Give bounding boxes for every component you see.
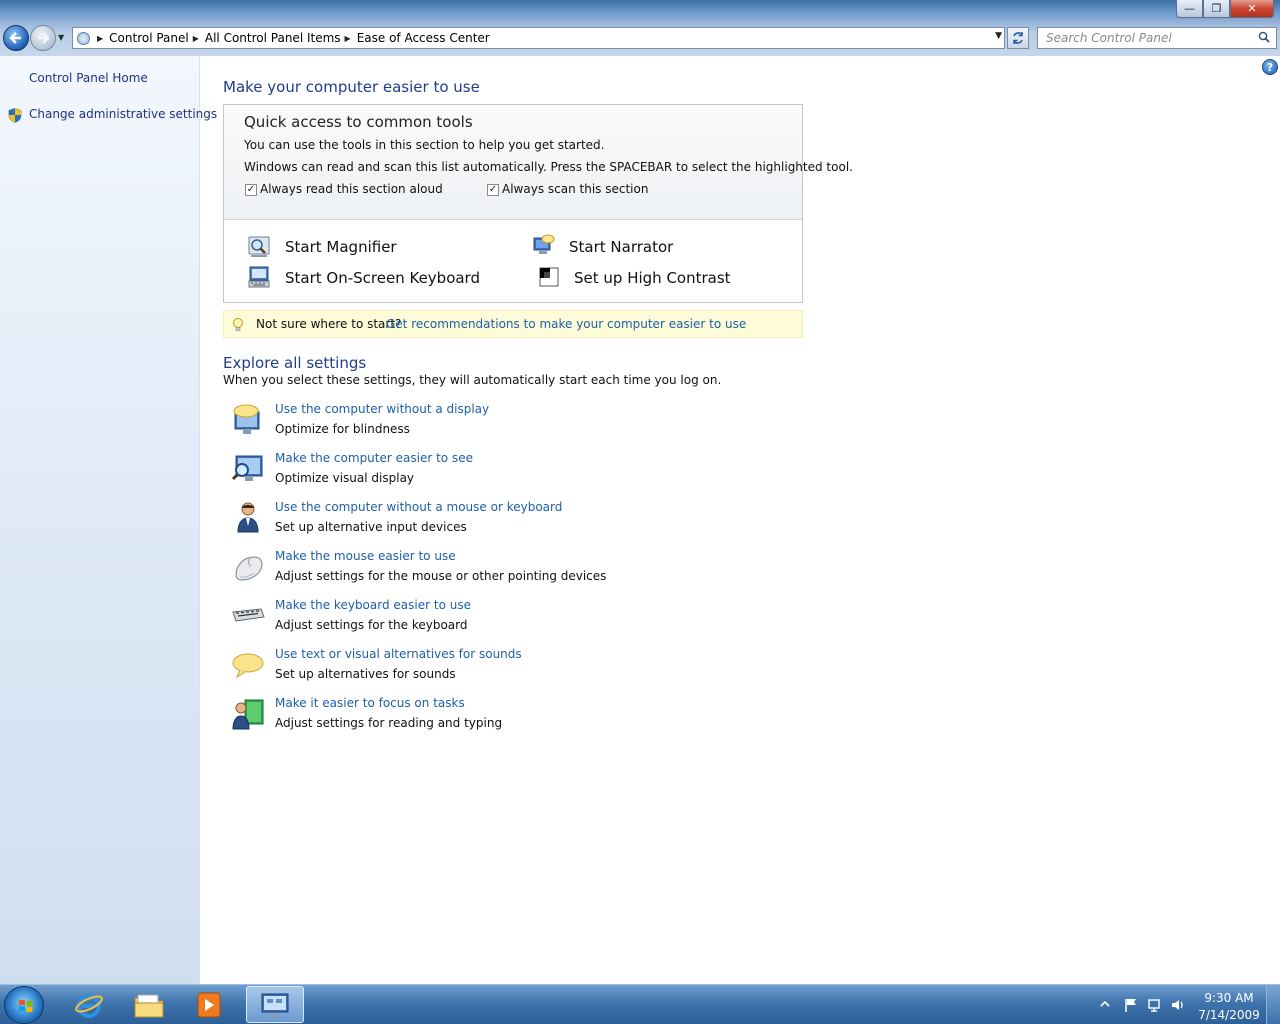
close-button[interactable]: ✕ [1230, 0, 1274, 18]
high-contrast-icon [539, 267, 559, 287]
mouse-easier-link[interactable]: Make the mouse easier to use [275, 549, 456, 563]
start-magnifier-link[interactable]: Start Magnifier [285, 238, 397, 256]
magnifier-monitor-icon [231, 455, 263, 481]
focus-on-tasks-desc: Adjust settings for reading and typing [275, 716, 503, 730]
quick-access-panel: Quick access to common tools You can use… [223, 104, 853, 303]
minimize-button[interactable]: — [1176, 0, 1203, 18]
scan-section-checkbox[interactable]: ✓ [487, 184, 499, 196]
use-without-display-desc: Optimize for blindness [275, 422, 410, 436]
mouse-easier-desc: Adjust settings for the mouse or other p… [275, 569, 607, 583]
search-box[interactable] [1037, 27, 1277, 49]
recent-pages-dropdown[interactable]: ▼ [58, 33, 64, 42]
address-bar[interactable]: ▶ Control Panel ▶ All Control Panel Item… [72, 27, 1005, 49]
list-item: Make the computer easier to see Optimize… [230, 451, 790, 495]
keyboard-easier-link[interactable]: Make the keyboard easier to use [275, 598, 471, 612]
start-on-screen-keyboard-link[interactable]: Start On-Screen Keyboard [285, 269, 480, 287]
action-center-flag-icon[interactable] [1123, 997, 1139, 1013]
page-title: Make your computer easier to use [223, 78, 480, 96]
without-mouse-keyboard-desc: Set up alternative input devices [275, 520, 467, 534]
taskbar-internet-explorer[interactable] [60, 986, 118, 1023]
list-item: Make it easier to focus on tasks Adjust … [230, 696, 790, 740]
windows-logo-icon [19, 999, 33, 1013]
list-item: Make the keyboard easier to use Adjust s… [230, 598, 790, 642]
back-arrow-icon [9, 32, 21, 44]
start-narrator-link[interactable]: Start Narrator [569, 238, 673, 256]
set-up-high-contrast-link[interactable]: Set up High Contrast [574, 269, 731, 287]
forward-button[interactable] [30, 25, 56, 51]
help-icon[interactable]: ? [1262, 59, 1278, 75]
internet-explorer-icon [75, 993, 103, 1018]
taskbar-windows-explorer[interactable] [120, 986, 178, 1023]
uac-shield-icon [8, 108, 22, 123]
clock-date[interactable]: 7/14/2009 [1198, 1008, 1260, 1022]
list-item: Use text or visual alternatives for soun… [230, 647, 790, 691]
quick-access-text-1: You can use the tools in this section to… [244, 138, 605, 152]
list-item: Use the computer without a mouse or keyb… [230, 500, 790, 544]
search-input[interactable] [1046, 31, 1246, 45]
folder-icon [134, 994, 164, 1017]
use-without-display-link[interactable]: Use the computer without a display [275, 402, 489, 416]
list-item: Use the computer without a display Optim… [230, 402, 790, 446]
explore-settings-description: When you select these settings, they wil… [223, 373, 722, 387]
breadcrumb-all-items[interactable]: All Control Panel Items [205, 31, 341, 45]
refresh-icon [1013, 32, 1023, 44]
chevron-right-icon[interactable]: ▶ [193, 34, 199, 43]
focus-person-icon [232, 699, 264, 730]
read-aloud-checkbox[interactable]: ✓ [245, 184, 257, 196]
magnifier-icon [248, 236, 270, 257]
lightbulb-icon [233, 318, 243, 331]
restore-button[interactable]: ❐ [1203, 0, 1230, 18]
window-controls: — ❐ ✕ [1176, 0, 1274, 18]
scan-section-label[interactable]: Always scan this section [502, 182, 648, 196]
forward-arrow-icon [38, 32, 50, 44]
get-recommendations-link[interactable]: Get recommendations to make your compute… [386, 317, 746, 331]
clock-time[interactable]: 9:30 AM [1198, 991, 1260, 1005]
breadcrumb-ease-of-access[interactable]: Ease of Access Center [357, 31, 490, 45]
control-panel-icon [261, 993, 289, 1017]
recommendation-text: Not sure where to start? [256, 317, 402, 331]
speech-bubble-icon [232, 653, 264, 679]
address-dropdown-icon[interactable]: ▼ [995, 31, 1002, 41]
change-admin-settings-link[interactable]: Change administrative settings [29, 107, 217, 121]
list-item: Make the mouse easier to use Adjust sett… [230, 549, 790, 593]
explore-settings-title: Explore all settings [223, 354, 367, 372]
network-icon[interactable] [1147, 997, 1163, 1013]
control-panel-icon [73, 28, 93, 48]
show-hidden-icons-icon[interactable] [1100, 999, 1110, 1009]
media-player-icon [197, 992, 221, 1017]
title-bar: — ❐ ✕ ▼ ▶ Control Panel ▶ All Control Pa… [0, 0, 1280, 56]
keyboard-easier-desc: Adjust settings for the keyboard [275, 618, 468, 632]
quick-access-text-2: Windows can read and scan this list auto… [244, 160, 853, 174]
on-screen-keyboard-icon [248, 266, 270, 288]
breadcrumb-control-panel[interactable]: Control Panel [109, 31, 189, 45]
search-icon[interactable] [1258, 31, 1270, 43]
show-desktop-button[interactable] [1266, 985, 1280, 1024]
quick-access-title: Quick access to common tools [244, 113, 473, 131]
mouse-icon [235, 556, 263, 581]
focus-on-tasks-link[interactable]: Make it easier to focus on tasks [275, 696, 465, 710]
start-button[interactable] [4, 986, 44, 1024]
sound-alternatives-desc: Set up alternatives for sounds [275, 667, 456, 681]
without-mouse-keyboard-link[interactable]: Use the computer without a mouse or keyb… [275, 500, 562, 514]
back-button[interactable] [3, 25, 29, 51]
person-icon [237, 502, 259, 533]
taskbar-media-player[interactable] [180, 986, 238, 1023]
taskbar: 9:30 AM 7/14/2009 [0, 984, 1280, 1024]
volume-icon[interactable] [1170, 997, 1186, 1013]
keyboard-icon [232, 608, 265, 622]
easier-to-see-desc: Optimize visual display [275, 471, 415, 485]
easier-to-see-link[interactable]: Make the computer easier to see [275, 451, 473, 465]
speech-monitor-icon [233, 404, 260, 434]
taskbar-control-panel[interactable] [246, 986, 304, 1023]
sound-alternatives-link[interactable]: Use text or visual alternatives for soun… [275, 647, 522, 661]
chevron-right-icon[interactable]: ▶ [345, 34, 351, 43]
quick-access-header: Quick access to common tools You can use… [224, 105, 853, 220]
refresh-button[interactable] [1007, 27, 1029, 49]
control-panel-home-link[interactable]: Control Panel Home [29, 71, 148, 85]
left-pane: Control Panel Home Change administrative… [0, 56, 217, 984]
chevron-right-icon[interactable]: ▶ [97, 34, 103, 43]
recommendation-bar: Not sure where to start? Get recommendat… [223, 310, 803, 338]
read-aloud-label[interactable]: Always read this section aloud [260, 182, 443, 196]
narrator-icon [533, 234, 555, 254]
